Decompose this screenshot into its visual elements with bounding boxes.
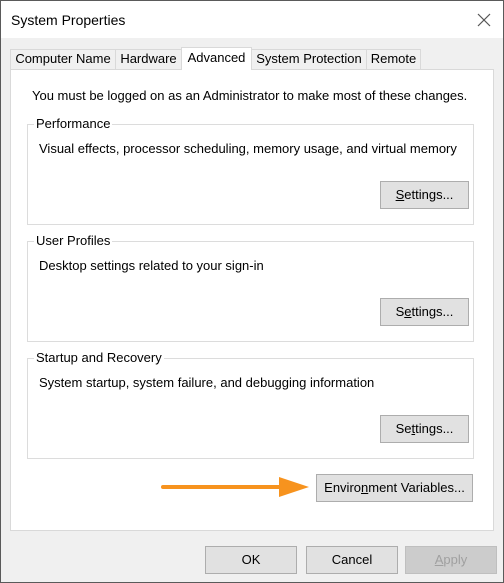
title-bar: System Properties <box>1 1 503 38</box>
close-icon <box>477 13 491 27</box>
startup-recovery-settings-button[interactable]: Settings... <box>380 415 469 443</box>
button-label-part: Enviro <box>324 480 362 495</box>
button-label-part: ettings... <box>404 187 454 202</box>
startup-recovery-description: System startup, system failure, and debu… <box>39 375 375 390</box>
button-label-part: pply <box>443 552 468 567</box>
startup-recovery-group-label: Startup and Recovery <box>34 350 164 365</box>
orange-arrow-annotation <box>161 477 309 497</box>
performance-description: Visual effects, processor scheduling, me… <box>39 141 457 156</box>
admin-notice: You must be logged on as an Administrato… <box>32 88 468 103</box>
tab-remote[interactable]: Remote <box>366 49 421 69</box>
button-label-part: S <box>395 304 405 319</box>
tab-hardware[interactable]: Hardware <box>115 49 182 69</box>
user-profiles-description: Desktop settings related to your sign-in <box>39 258 264 273</box>
tab-advanced[interactable]: Advanced <box>181 47 252 70</box>
user-profiles-group: User Profiles Desktop settings related t… <box>27 233 474 342</box>
user-profiles-group-label: User Profiles <box>34 233 113 248</box>
button-label-part: tings... <box>415 421 454 436</box>
close-button[interactable] <box>473 9 495 31</box>
system-properties-window: System Properties Computer Name Hardware… <box>0 0 504 583</box>
performance-group-label: Performance <box>34 116 113 131</box>
performance-group: Performance Visual effects, processor sc… <box>27 116 474 225</box>
window-title: System Properties <box>11 12 126 28</box>
accelerator-key: S <box>395 187 405 202</box>
env-variables-button[interactable]: Environment Variables... <box>316 474 473 502</box>
tab-computer-name[interactable]: Computer Name <box>10 49 116 69</box>
advanced-tab-panel: You must be logged on as an Administrato… <box>10 69 494 531</box>
performance-settings-button[interactable]: Settings... <box>380 181 469 209</box>
button-label-part: ttings... <box>411 304 454 319</box>
tab-system-protection[interactable]: System Protection <box>251 49 367 69</box>
button-label-part: Se <box>395 421 412 436</box>
user-profiles-settings-button[interactable]: Settings... <box>380 298 469 326</box>
ok-button[interactable]: OK <box>205 546 297 574</box>
startup-recovery-group: Startup and Recovery System startup, sys… <box>27 350 474 459</box>
cancel-button[interactable]: Cancel <box>306 546 398 574</box>
button-label-part: ment Variables... <box>368 480 465 495</box>
apply-button[interactable]: Apply <box>405 546 497 574</box>
